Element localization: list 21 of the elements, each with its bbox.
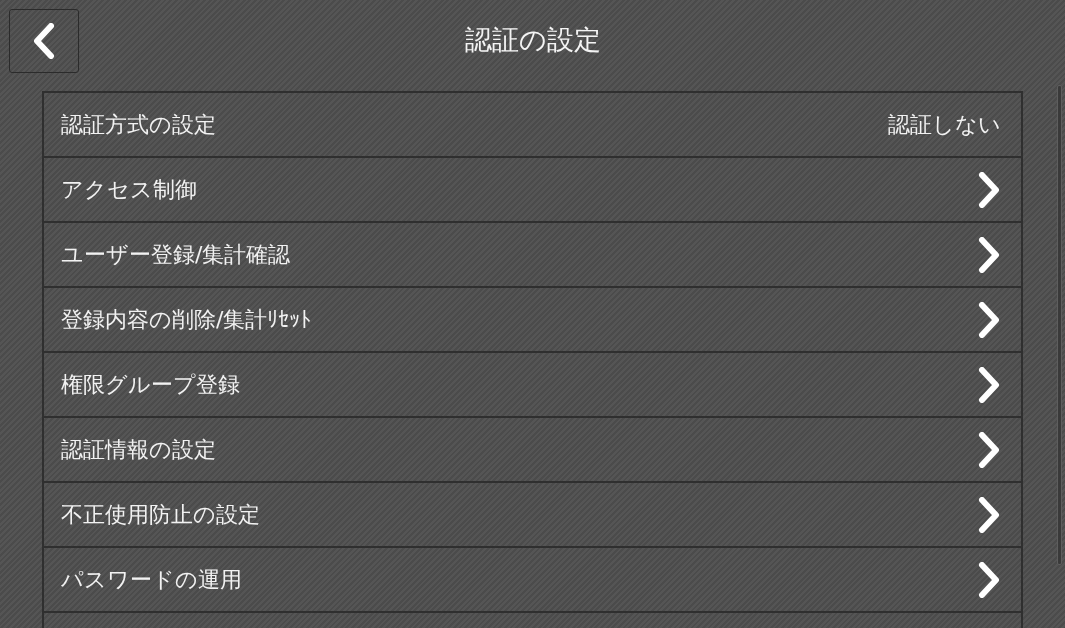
chevron-right-icon bbox=[977, 496, 1001, 533]
settings-row[interactable]: 不正使用防止の設定 bbox=[44, 483, 1021, 548]
settings-row[interactable]: 登録内容の削除/集計ﾘｾｯﾄ bbox=[44, 288, 1021, 353]
chevron-right-icon bbox=[977, 561, 1001, 598]
chevron-right-icon bbox=[977, 236, 1001, 273]
chevron-right-icon bbox=[977, 171, 1001, 208]
chevron-right-icon bbox=[977, 431, 1001, 468]
back-button[interactable] bbox=[9, 8, 79, 73]
settings-row[interactable]: ユーザー登録/集計確認 bbox=[44, 223, 1021, 288]
settings-row[interactable]: アクセス制御 bbox=[44, 158, 1021, 223]
row-label: 認証方式の設定 bbox=[61, 111, 216, 139]
settings-row[interactable]: 認証方式の設定 認証しない bbox=[44, 93, 1021, 158]
page-title: 認証の設定 bbox=[464, 23, 601, 57]
settings-row[interactable]: 認証情報の設定 bbox=[44, 418, 1021, 483]
back-icon bbox=[32, 22, 56, 59]
settings-row[interactable]: パスワードの運用 bbox=[44, 548, 1021, 613]
chevron-right-icon bbox=[977, 366, 1001, 403]
settings-row[interactable]: 権限グループ登録 bbox=[44, 353, 1021, 418]
scrollbar[interactable] bbox=[1057, 85, 1062, 565]
row-value: 認証しない bbox=[888, 111, 1001, 139]
chevron-right-icon bbox=[977, 301, 1001, 338]
